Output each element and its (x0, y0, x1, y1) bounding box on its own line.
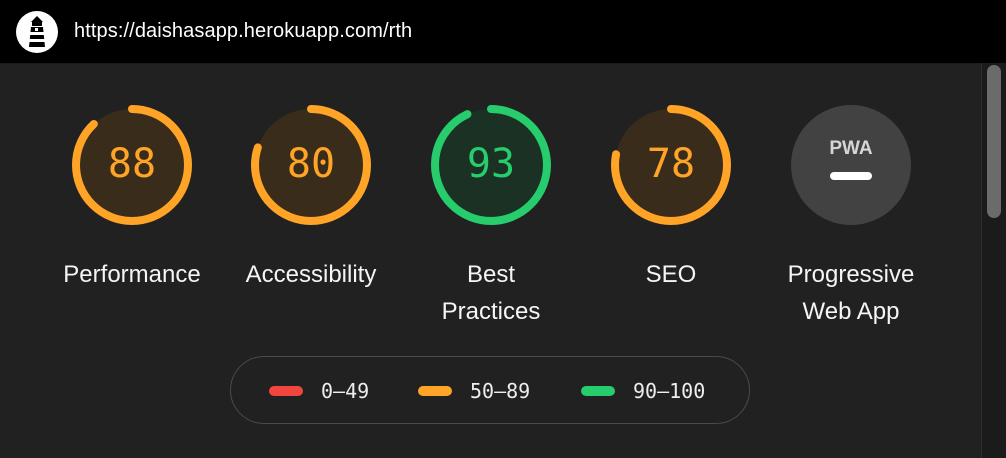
gauge-score: 78 (647, 141, 695, 187)
gauge-label: Performance (63, 261, 201, 288)
gauge-pwa[interactable]: PWA Progressive Web App (761, 104, 941, 330)
gauge-label: Accessibility (245, 261, 377, 288)
gauge-ring: 88 (72, 105, 192, 225)
pwa-badge-text: PWA (829, 138, 873, 159)
gauge-label: Progressive Web App (787, 261, 915, 325)
gauge-best-practices[interactable]: 93 Best Practices (401, 104, 581, 330)
legend-item-fail: 0–49 (269, 357, 369, 425)
gauge-label: SEO (645, 261, 697, 288)
gauge-score: 80 (287, 141, 335, 187)
score-legend: 0–49 50–89 90–100 (230, 356, 750, 424)
lighthouse-icon (16, 11, 58, 53)
legend-range: 50–89 (470, 379, 531, 403)
gauge-ring: 93 (431, 105, 551, 225)
pwa-badge: PWA (791, 105, 911, 225)
legend-range: 90–100 (633, 379, 706, 403)
scrollbar[interactable] (981, 63, 1006, 458)
pwa-dash-icon (830, 172, 872, 180)
legend-swatch (581, 386, 615, 396)
url-text[interactable]: https://daishasapp.herokuapp.com/rth (74, 20, 412, 43)
gauge-accessibility[interactable]: 80 Accessibility (221, 104, 401, 293)
legend-item-average: 50–89 (418, 357, 530, 425)
gauge-score: 93 (467, 141, 515, 187)
legend-swatch (418, 386, 452, 396)
gauge-seo[interactable]: 78 SEO (581, 104, 761, 293)
legend-swatch (269, 386, 303, 396)
scrollbar-thumb[interactable] (987, 65, 1001, 218)
gauge-performance[interactable]: 88 Performance (42, 104, 222, 293)
gauge-label: Best Practices (441, 261, 541, 325)
legend-item-pass: 90–100 (581, 357, 705, 425)
gauge-score: 88 (108, 141, 156, 187)
address-bar: https://daishasapp.herokuapp.com/rth (0, 0, 1006, 64)
gauge-ring: 78 (611, 105, 731, 225)
legend-range: 0–49 (321, 379, 370, 403)
gauge-ring: 80 (251, 105, 371, 225)
